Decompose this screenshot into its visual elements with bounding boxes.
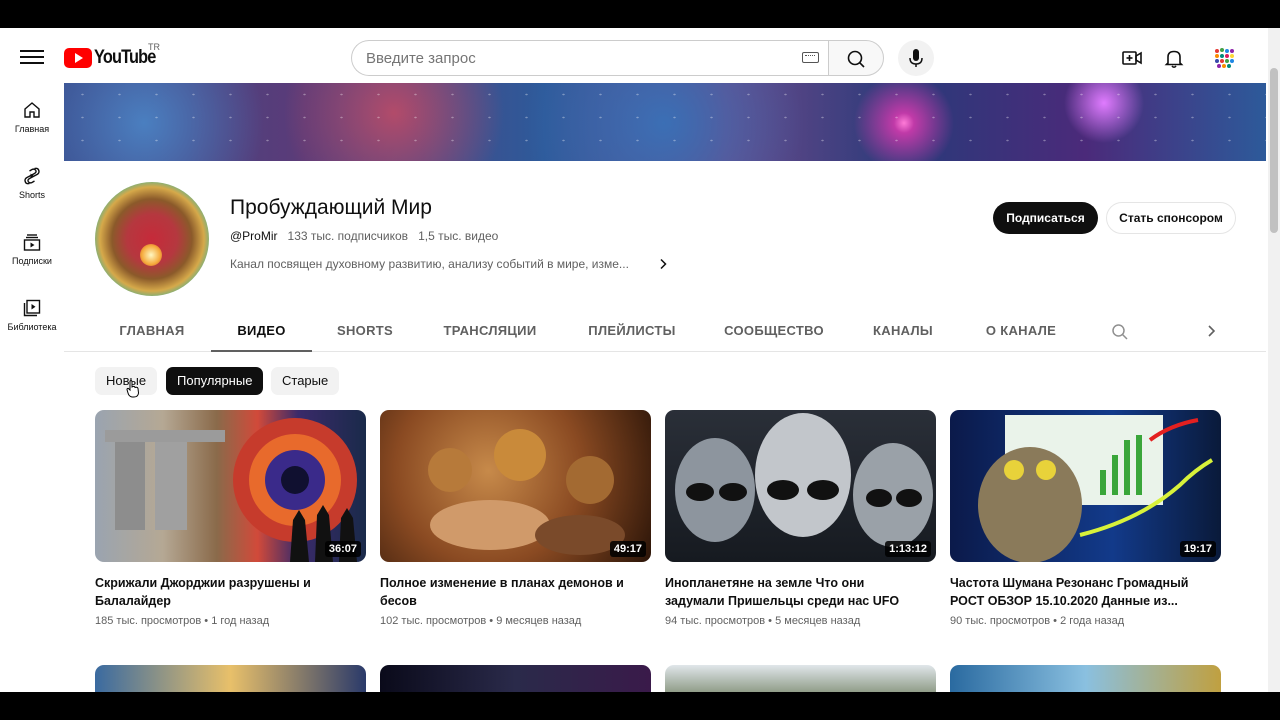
logo-wordmark: YouTube [94, 47, 156, 68]
page-scrollbar[interactable] [1268, 28, 1280, 692]
avatar-icon[interactable] [1212, 46, 1236, 70]
tab-home[interactable]: ГЛАВНАЯ [112, 310, 192, 352]
video-title[interactable]: Скрижали Джорджии разрушены и Балалайдер [95, 574, 355, 610]
hand-cursor-icon [126, 380, 140, 398]
video-duration: 1:13:12 [885, 541, 931, 557]
shorts-icon [24, 167, 40, 185]
channel-search-icon[interactable] [1111, 323, 1129, 341]
home-icon [24, 102, 40, 118]
video-thumbnail[interactable]: 36:07 [95, 410, 366, 562]
channel-tabs: ГЛАВНАЯ ВИДЕО SHORTS ТРАНСЛЯЦИИ ПЛЕЙЛИСТ… [64, 310, 1266, 352]
chevron-right-icon[interactable] [657, 258, 669, 270]
youtube-play-icon [64, 48, 92, 68]
video-meta: 90 тыс. просмотров • 2 года назад [950, 615, 1125, 627]
sidebar-item-label: Библиотека [7, 322, 57, 332]
video-views: 94 тыс. просмотров [665, 615, 766, 627]
video-thumbnail[interactable] [665, 665, 936, 692]
video-age: 1 год назад [211, 615, 270, 627]
browser-viewport: YouTube TR Введите запрос Главная Shorts… [0, 28, 1280, 692]
sidebar-item-library[interactable]: Библиотека [0, 298, 64, 332]
tab-community[interactable]: СООБЩЕСТВО [720, 310, 828, 352]
video-duration: 49:17 [609, 541, 646, 557]
avatar-glow [140, 244, 162, 266]
video-duration: 19:17 [1179, 541, 1216, 557]
chip-popular[interactable]: Популярные [166, 367, 264, 395]
channel-meta: @ProMir 133 тыс. подписчиков 1,5 тыс. ви… [230, 229, 498, 243]
sidebar-item-label: Подписки [12, 256, 52, 266]
keyboard-icon[interactable] [802, 52, 819, 63]
sidebar-item-home[interactable]: Главная [0, 100, 64, 134]
video-thumbnail[interactable]: 49:17 [380, 410, 651, 562]
tab-playlists[interactable]: ПЛЕЙЛИСТЫ [582, 310, 682, 352]
library-icon [23, 299, 41, 317]
sidebar-item-label: Главная [14, 124, 50, 134]
thumbnail-art [978, 415, 1214, 562]
video-meta: 94 тыс. просмотров • 5 месяцев назад [665, 615, 861, 627]
channel-banner [64, 83, 1266, 161]
video-age: 5 месяцев назад [775, 615, 861, 627]
tab-about[interactable]: О КАНАЛЕ [978, 310, 1064, 352]
tab-channels[interactable]: КАНАЛЫ [866, 310, 940, 352]
video-thumbnail[interactable]: 1:13:12 [665, 410, 936, 562]
video-views: 185 тыс. просмотров [95, 615, 202, 627]
video-thumbnail[interactable] [380, 665, 651, 692]
video-title[interactable]: Частота Шумана Резонанс Громадный РОСТ О… [950, 574, 1210, 610]
video-thumbnail[interactable]: 19:17 [950, 410, 1221, 562]
video-count: 1,5 тыс. видео [418, 229, 499, 243]
youtube-logo[interactable]: YouTube TR [64, 42, 165, 68]
video-meta: 102 тыс. просмотров • 9 месяцев назад [380, 615, 582, 627]
sidebar-item-subscriptions[interactable]: Подписки [0, 232, 64, 266]
thumbnail-art [105, 418, 357, 562]
video-title[interactable]: Полное изменение в планах демонов и бесо… [380, 574, 640, 610]
create-icon[interactable] [1120, 46, 1144, 70]
channel-handle: @ProMir [230, 229, 278, 243]
video-thumbnail[interactable] [950, 665, 1221, 692]
search-input[interactable] [352, 41, 782, 75]
channel-description[interactable]: Канал посвящен духовному развитию, анали… [230, 257, 629, 271]
sidebar-item-shorts[interactable]: Shorts [0, 166, 64, 200]
tab-videos[interactable]: ВИДЕО [211, 310, 312, 352]
masthead: YouTube TR [0, 28, 1268, 86]
mic-icon [909, 49, 923, 67]
search-button[interactable] [828, 40, 884, 76]
video-duration: 36:07 [324, 541, 361, 557]
thumbnail-art [428, 429, 625, 555]
chip-oldest[interactable]: Старые [271, 367, 340, 395]
subscriptions-icon [23, 234, 41, 251]
thumbnail-art [675, 413, 933, 547]
search-icon [847, 50, 865, 68]
search-box [351, 40, 829, 76]
voice-search-button[interactable] [898, 40, 934, 76]
sponsor-button[interactable]: Стать спонсором [1106, 202, 1236, 234]
channel-name: Пробуждающий Мир [230, 196, 432, 219]
subscribe-button[interactable]: Подписаться [993, 202, 1098, 234]
video-title[interactable]: Инопланетяне на земле Что они задумали П… [665, 574, 925, 610]
video-age: 9 месяцев назад [496, 615, 582, 627]
bell-icon[interactable] [1162, 46, 1186, 70]
sidebar-item-label: Shorts [18, 190, 45, 200]
video-views: 90 тыс. просмотров [950, 615, 1051, 627]
video-views: 102 тыс. просмотров [380, 615, 487, 627]
country-code: TR [148, 42, 160, 52]
channel-avatar[interactable] [95, 182, 209, 296]
chevron-right-icon[interactable] [1204, 324, 1218, 338]
scrollbar-thumb[interactable] [1270, 68, 1278, 233]
tab-shorts[interactable]: SHORTS [330, 310, 400, 352]
menu-icon[interactable] [20, 46, 44, 70]
subscriber-count: 133 тыс. подписчиков [287, 229, 409, 243]
video-age: 2 года назад [1060, 615, 1125, 627]
video-meta: 185 тыс. просмотров • 1 год назад [95, 615, 270, 627]
banner-stars [64, 83, 1266, 161]
tab-live[interactable]: ТРАНСЛЯЦИИ [436, 310, 544, 352]
video-thumbnail[interactable] [95, 665, 366, 692]
